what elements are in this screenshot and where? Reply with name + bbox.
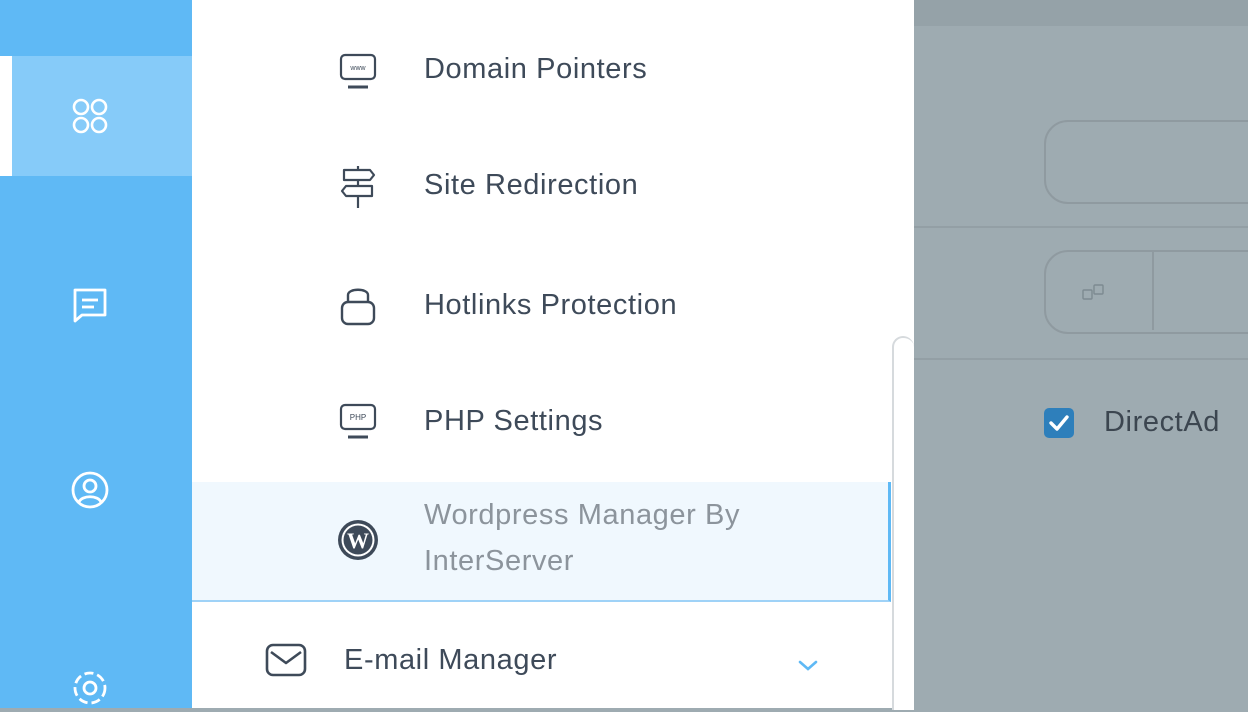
menu-item-php-settings[interactable]: PHP PHP Settings bbox=[192, 392, 888, 456]
overlay-top-bar bbox=[914, 0, 1248, 26]
lock-icon bbox=[336, 282, 380, 326]
menu-item-domain-pointers[interactable]: www Domain Pointers bbox=[192, 40, 888, 104]
menu-item-label: Domain Pointers bbox=[424, 53, 648, 85]
menu-item-wordpress-manager[interactable]: W Wordpress Manager By InterServer bbox=[192, 482, 891, 602]
user-icon[interactable] bbox=[62, 462, 118, 518]
submenu-panel: www Domain Pointers Site Redirection Hot… bbox=[192, 0, 914, 710]
menu-item-site-redirection[interactable]: Site Redirection bbox=[192, 156, 888, 220]
svg-text:PHP: PHP bbox=[350, 413, 366, 422]
overlay-checkbox-label: DirectAd bbox=[1104, 406, 1220, 438]
signpost-icon bbox=[336, 164, 380, 208]
dice-icon bbox=[1080, 282, 1108, 302]
overlay-button-separator bbox=[1152, 252, 1154, 330]
www-monitor-icon: www bbox=[336, 50, 380, 94]
settings-gear-icon[interactable] bbox=[62, 656, 118, 712]
overlay-button-group bbox=[1044, 250, 1248, 334]
overlay-search-field bbox=[1044, 120, 1248, 204]
svg-text:www: www bbox=[349, 65, 366, 72]
svg-text:W: W bbox=[347, 528, 369, 553]
menu-scrollbar[interactable] bbox=[892, 336, 914, 710]
icon-rail bbox=[0, 0, 192, 708]
apps-grid-icon[interactable] bbox=[62, 88, 118, 144]
menu-section-email-manager[interactable]: E-mail Manager bbox=[192, 608, 888, 708]
wordpress-icon: W bbox=[336, 518, 380, 562]
message-icon[interactable] bbox=[62, 276, 118, 332]
menu-item-label: PHP Settings bbox=[424, 405, 604, 437]
menu-item-label: Hotlinks Protection bbox=[424, 289, 678, 321]
overlay-divider bbox=[914, 358, 1248, 360]
overlay-divider bbox=[914, 226, 1248, 228]
rail-gap bbox=[0, 56, 12, 176]
menu-item-label: Site Redirection bbox=[424, 169, 639, 201]
php-monitor-icon: PHP bbox=[336, 400, 380, 444]
envelope-icon bbox=[264, 642, 308, 678]
menu-item-label: Wordpress Manager By InterServer bbox=[424, 499, 741, 577]
overlay-checkbox bbox=[1044, 408, 1074, 438]
chevron-down-icon[interactable] bbox=[796, 658, 820, 674]
menu-item-hotlinks-protection[interactable]: Hotlinks Protection bbox=[192, 272, 888, 340]
email-manager-label: E-mail Manager bbox=[344, 644, 558, 676]
